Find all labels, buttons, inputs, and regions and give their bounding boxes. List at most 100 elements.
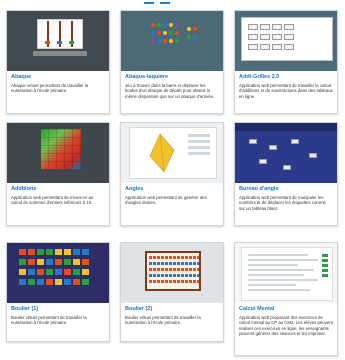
app-thumbnail [121,123,223,183]
bead-row [149,256,199,259]
label-chip [269,145,277,150]
app-thumbnail [121,11,223,71]
grid-cell [284,24,294,30]
app-card-addi-grilles[interactable]: Addi-Grilles 2.0 Application web permett… [234,10,338,114]
status-mark [322,259,328,262]
app-card-calcul-mental[interactable]: Calcul Mental Application web proposant … [234,242,338,356]
bead [37,269,44,275]
bead [28,269,35,275]
app-title: Angles [125,186,144,192]
bead [19,259,26,265]
bead [55,279,62,285]
app-description: Application web permettant de s'exercer … [11,195,94,206]
bead [55,259,62,265]
angle-figure [149,133,210,173]
bead [46,279,53,285]
bead [64,259,71,265]
app-card-angles[interactable]: Angles Application web permettant de gén… [120,122,224,226]
top-bar [0,0,345,8]
app-card-additions[interactable]: Additions Application web permettant de … [6,122,110,226]
bead [55,249,62,255]
label-chip [291,139,299,144]
bead [82,279,89,285]
exercise-panel [241,247,333,301]
app-thumbnail [235,243,337,303]
app-title: Calcul Mental [239,306,275,312]
app-description: Application web proposant des exercices … [239,315,333,337]
bead [175,23,179,27]
bead [73,259,80,265]
text-line [248,279,318,281]
bead [64,279,71,285]
app-card-boulier-2[interactable]: Boulier (2) Boulier virtuel permettant d… [120,242,224,342]
bead [73,249,80,255]
status-mark [322,274,328,277]
grid-cell [272,34,282,40]
bead [82,269,89,275]
bead [28,259,35,265]
label-chip [283,165,291,170]
text-line [248,284,296,286]
bead-row [149,274,199,277]
bead [19,279,26,285]
bead [193,27,197,31]
text-line [248,289,310,291]
app-card-bureau-angle[interactable]: Bureau d'angle Application web permettan… [234,122,338,226]
app-thumbnail [7,123,109,183]
app-title: Bureau d'angle [239,186,279,192]
bead [37,249,44,255]
status-mark [322,264,328,267]
bead [157,23,161,27]
bead [55,269,62,275]
app-title: Boulier (1) [11,306,39,312]
label-chip [309,153,317,158]
bead [46,249,53,255]
bead [73,269,80,275]
text-line [248,259,318,261]
abaque-base [33,51,87,56]
text-line [248,264,298,266]
bead [169,39,173,43]
app-card-abaque[interactable]: Abaque Abaque virtuel permettant de trav… [6,10,110,114]
bead [46,269,53,275]
angle-panel [129,127,217,179]
app-card-boulier-1[interactable]: Boulier (1) Boulier virtuel permettant d… [6,242,110,342]
status-mark [322,269,328,272]
bead [37,259,44,265]
bead [169,23,173,27]
bead [187,35,191,39]
boulier-frame [145,251,201,291]
app-description: Application web permettant de manipuler … [239,195,326,211]
bead [157,31,161,35]
bead [64,249,71,255]
grid-cell [272,44,282,50]
bead [163,31,167,35]
bead-row [149,268,199,271]
app-title: Abaque [11,74,32,80]
app-card-abaque-iaquiere[interactable]: Abaque-Iaquière Jeu à trouver dans la ba… [120,10,224,114]
grid-cell [248,24,258,30]
label-chip [259,159,267,164]
grid-cell [272,24,282,30]
bead [151,39,155,43]
label-chip [249,139,257,144]
grid-cell [260,34,270,40]
app-title: Addi-Grilles 2.0 [239,74,280,80]
app-thumbnail [235,11,337,71]
text-line [248,274,304,276]
bead [82,259,89,265]
bead [64,269,71,275]
status-mark [322,254,328,257]
app-title: Abaque-Iaquière [125,74,169,80]
grid-panel [241,17,333,61]
nav-indicator [160,2,170,4]
abaque-bead [69,41,74,44]
grid-cell [248,34,258,40]
bead [151,31,155,35]
bead [193,35,197,39]
app-title: Boulier (2) [125,306,153,312]
toolbar [235,123,337,131]
bead-row [149,280,199,283]
grid-cell [248,44,258,50]
bead [19,249,26,255]
